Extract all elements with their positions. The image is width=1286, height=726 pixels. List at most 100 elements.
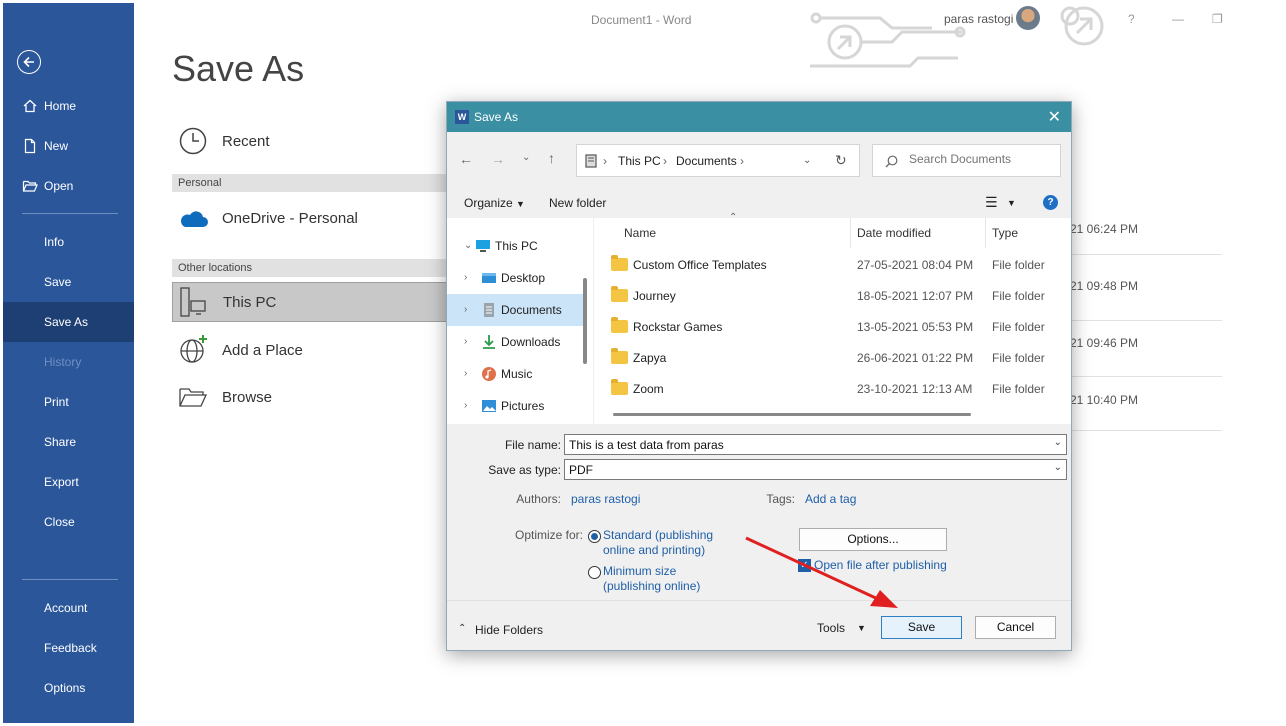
sidebar-item-print[interactable]: Print [3,382,134,422]
navigation-pane: ⌄ This PC › Desktop › Documents › Downlo… [447,218,594,424]
file-name-value: This is a test data from paras [569,438,724,452]
open-after-publishing-label[interactable]: Open file after publishing [814,558,947,572]
chevron-right-icon[interactable]: › [464,400,467,411]
chevron-right-icon[interactable]: › [464,368,467,379]
divider [1070,430,1222,431]
file-type: File folder [992,351,1045,365]
sidebar-item-label: Account [44,601,88,615]
tags-field[interactable]: Add a tag [805,492,856,506]
file-row[interactable]: Custom Office Templates 27-05-2021 08:04… [595,249,1065,280]
chevron-right-icon[interactable]: › [464,304,467,315]
open-after-publishing-checkbox[interactable]: ✓ [798,559,811,572]
breadcrumb-documents[interactable]: Documents [676,154,737,168]
nav-item-desktop[interactable]: › Desktop [447,262,587,294]
view-options-icon[interactable]: ☰ [985,194,998,211]
sidebar-item-options[interactable]: Options [3,668,134,708]
dialog-title-bar[interactable]: W Save As ✕ [447,102,1071,132]
command-bar: Organize ▼ New folder ☰ ▼ ? [447,188,1071,218]
options-button[interactable]: Options... [799,528,947,551]
file-row[interactable]: Journey 18-05-2021 12:07 PM File folder [595,280,1065,311]
address-bar[interactable]: › This PC › Documents › ⌄ ↻ [576,144,860,177]
sidebar-item-share[interactable]: Share [3,422,134,462]
nav-item-this-pc[interactable]: ⌄ This PC [447,230,587,262]
recent-locations-chevron-icon[interactable]: ⌄ [522,152,530,163]
column-header-date-modified[interactable]: Date modified [857,226,931,240]
save-as-type-select[interactable]: PDF ⌄ [564,459,1067,480]
optimize-minimum-radio[interactable] [588,566,601,579]
chevron-right-icon[interactable]: › [464,336,467,347]
page-title: Save As [172,48,305,89]
avatar[interactable] [1016,6,1040,30]
refresh-icon[interactable]: ↻ [835,152,847,169]
chevron-down-icon[interactable]: ⌄ [1054,437,1062,448]
location-browse[interactable]: Browse [172,377,448,417]
optimize-standard-radio[interactable] [588,530,601,543]
save-button[interactable]: Save [881,616,962,639]
forward-arrow-icon[interactable]: → [491,151,505,167]
help-button[interactable]: ? [1128,12,1135,26]
location-onedrive[interactable]: OneDrive - Personal [172,198,448,238]
sidebar-item-label: Home [44,99,77,113]
nav-item-pictures[interactable]: › Pictures [447,390,587,422]
nav-item-documents[interactable]: › Documents [447,294,587,326]
organize-button[interactable]: Organize ▼ [464,196,525,210]
nav-item-downloads[interactable]: › Downloads [447,326,587,358]
dialog-close-button[interactable]: ✕ [1048,107,1061,127]
chevron-down-icon[interactable]: ⌄ [464,240,472,251]
back-button[interactable] [17,50,41,74]
chevron-right-icon[interactable]: › [464,272,467,283]
sidebar-item-info[interactable]: Info [3,222,134,262]
search-box[interactable] [872,144,1061,177]
back-arrow-icon[interactable]: ← [459,151,473,167]
chevron-right-icon[interactable]: › [740,154,744,168]
chevron-down-icon[interactable]: ▼ [857,623,866,633]
help-icon[interactable]: ? [1043,195,1058,210]
address-dropdown-chevron-icon[interactable]: ⌄ [803,155,811,166]
horizontal-scrollbar[interactable] [613,413,971,416]
column-divider[interactable] [985,218,986,248]
folder-icon [611,255,628,271]
file-name: Zoom [633,382,664,396]
option-text: Minimum size [603,564,677,578]
file-row[interactable]: Zapya 26-06-2021 01:22 PM File folder [595,342,1065,373]
chevron-down-icon[interactable]: ⌄ [1054,462,1062,473]
restore-button[interactable]: ❐ [1212,12,1223,26]
location-this-pc[interactable]: This PC [172,282,448,322]
nav-item-label: Pictures [501,399,545,413]
sidebar-item-home[interactable]: Home [3,86,134,126]
cancel-button[interactable]: Cancel [975,616,1056,639]
new-folder-button[interactable]: New folder [549,196,606,210]
file-row[interactable]: Rockstar Games 13-05-2021 05:53 PM File … [595,311,1065,342]
sidebar-item-new[interactable]: New [3,126,134,166]
column-header-name[interactable]: Name [624,226,656,240]
location-recent[interactable]: Recent [172,121,448,161]
up-arrow-icon[interactable]: ↑ [548,150,555,166]
sidebar-item-account[interactable]: Account [3,588,134,628]
sidebar-item-close[interactable]: Close [3,502,134,542]
optimize-standard-label[interactable]: Standard (publishing online and printing… [603,528,713,558]
minimize-button[interactable]: — [1172,12,1184,26]
location-add-a-place[interactable]: Add a Place [172,330,448,370]
authors-label: Authors: [516,492,561,506]
column-header-type[interactable]: Type [992,226,1018,240]
sidebar-item-feedback[interactable]: Feedback [3,628,134,668]
hide-folders-button[interactable]: Hide Folders [475,623,543,637]
authors-field[interactable]: paras rastogi [571,492,640,506]
breadcrumb-this-pc[interactable]: This PC [618,154,661,168]
optimize-minimum-label[interactable]: Minimum size (publishing online) [603,564,700,594]
sidebar-divider [22,213,118,214]
sidebar-item-open[interactable]: Open [3,166,134,206]
file-row[interactable]: Zoom 23-10-2021 12:13 AM File folder [595,373,1065,404]
chevron-down-icon[interactable]: ▼ [1007,198,1016,208]
sidebar-item-save-as[interactable]: Save As [3,302,134,342]
sidebar-item-export[interactable]: Export [3,462,134,502]
chevron-up-icon[interactable]: ⌃ [458,623,466,634]
nav-item-music[interactable]: › Music [447,358,587,390]
tools-button[interactable]: Tools [817,621,845,635]
sidebar-item-save[interactable]: Save [3,262,134,302]
pictures-icon [482,400,496,412]
nav-scrollbar[interactable] [583,278,587,364]
file-name-field[interactable]: This is a test data from paras ⌄ [564,434,1067,455]
column-divider[interactable] [850,218,851,248]
search-input[interactable] [909,152,1057,166]
